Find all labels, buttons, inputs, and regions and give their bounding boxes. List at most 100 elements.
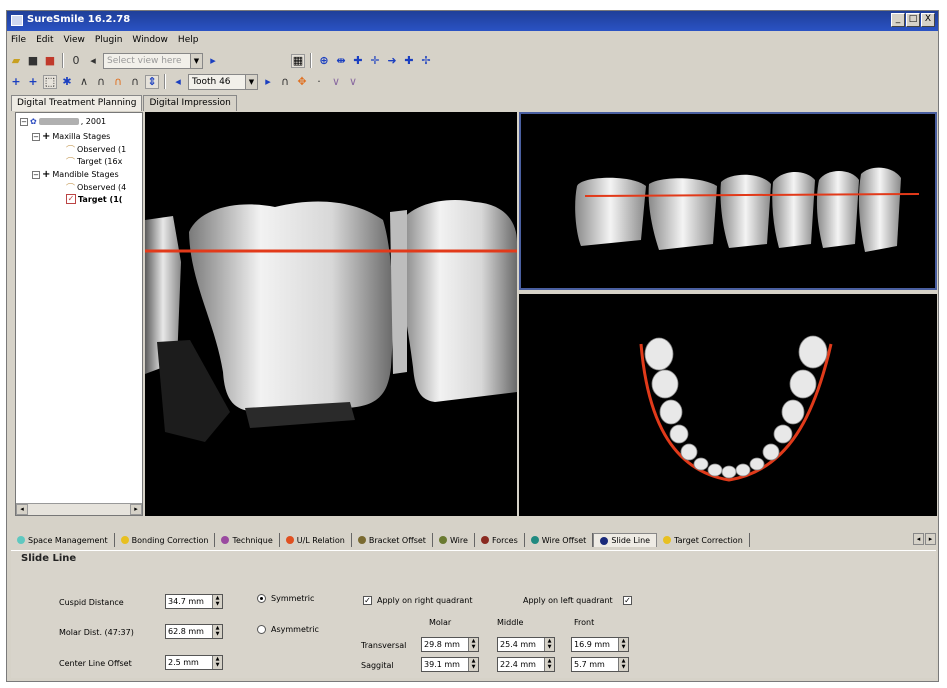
tree-maxilla-target[interactable]: ⌒ Target (16x (66, 155, 122, 168)
tree-mandible[interactable]: − + Mandible Stages (32, 169, 119, 180)
magnet-icon[interactable]: ∩ (278, 75, 292, 89)
tab-scroll-right-icon[interactable]: ▸ (925, 533, 936, 545)
minimize-button[interactable]: _ (891, 13, 905, 27)
tab-wire-offset[interactable]: Wire Offset (525, 533, 594, 547)
tab-label: Technique (232, 535, 273, 545)
tab-label: Wire (449, 535, 468, 545)
menu-plugin[interactable]: Plugin (95, 35, 123, 45)
close-button[interactable]: X (921, 13, 935, 27)
view-front-3d[interactable] (519, 112, 937, 290)
view-occlusal-3d[interactable] (519, 294, 937, 516)
add-point-icon[interactable]: + (26, 75, 40, 89)
spin-arrows-icon[interactable]: ▲ ▼ (212, 625, 222, 638)
transversal-front-input[interactable]: 16.9 mm ▲ ▼ (571, 637, 629, 652)
back-arrow-icon[interactable]: ◂ (86, 54, 100, 68)
asymmetric-radio[interactable] (257, 625, 266, 634)
sagittal-front-input[interactable]: 5.7 mm ▲ ▼ (571, 657, 629, 672)
scroll-right-icon[interactable]: ▸ (130, 504, 142, 515)
center-line-input[interactable]: 2.5 mm ▲ ▼ (165, 655, 223, 670)
check-icon[interactable]: ✓ (66, 194, 76, 204)
tab-digital-impression[interactable]: Digital Impression (143, 95, 237, 111)
spin-arrows-icon[interactable]: ▲ ▼ (618, 658, 628, 671)
save-icon[interactable]: ■ (26, 54, 40, 68)
tab-technique[interactable]: Technique (215, 533, 280, 547)
crosshair-icon[interactable]: ⊕ (317, 54, 331, 68)
tab-forces[interactable]: Forces (475, 533, 525, 547)
tree-mandible-observed[interactable]: ⌒ Observed (4 (66, 181, 126, 194)
tooth-select[interactable]: Tooth 46 ▼ (188, 73, 258, 90)
cuspid-distance-input[interactable]: 34.7 mm ▲ ▼ (165, 594, 223, 609)
star-icon[interactable]: ✱ (60, 75, 74, 89)
move-right-icon[interactable]: ➜ (385, 54, 399, 68)
tab-wire[interactable]: Wire (433, 533, 475, 547)
tab-scroll-buttons: ◂ ▸ (913, 533, 936, 545)
orbit-icon[interactable]: ✥ (295, 75, 309, 89)
view-closeup-3d[interactable] (145, 112, 517, 516)
spin-arrows-icon[interactable]: ▲ ▼ (212, 656, 222, 669)
spin-arrows-icon[interactable]: ▲ ▼ (544, 658, 554, 671)
move-plus-icon[interactable]: ✚ (402, 54, 416, 68)
menu-view[interactable]: View (64, 35, 85, 45)
chevron-down-icon: ▼ (245, 74, 257, 89)
info-icon[interactable]: 0 (69, 54, 83, 68)
arch-tooth (707, 463, 723, 477)
tab-slide-line[interactable]: Slide Line (593, 533, 658, 547)
tree-maxilla[interactable]: − + Maxilla Stages (32, 131, 110, 142)
transversal-molar-input[interactable]: 29.8 mm ▲ ▼ (421, 637, 479, 652)
check-icon[interactable]: ∨ (329, 75, 343, 89)
curve-icon[interactable]: ∩ (94, 75, 108, 89)
next-tooth-icon[interactable]: ▸ (261, 75, 275, 89)
spin-arrows-icon[interactable]: ▲ ▼ (618, 638, 628, 651)
tree-root[interactable]: − ✿ , 2001 (20, 117, 106, 126)
check-icon[interactable]: ∨ (346, 75, 360, 89)
sagittal-molar-input[interactable]: 39.1 mm ▲ ▼ (421, 657, 479, 672)
apply-right-checkbox[interactable]: ✓ (363, 596, 372, 605)
prev-tooth-icon[interactable]: ◂ (171, 75, 185, 89)
arch-wire-icon[interactable]: ∩ (111, 75, 125, 89)
tab-digital-treatment-planning[interactable]: Digital Treatment Planning (11, 95, 143, 111)
tree-mandible-target[interactable]: ✓ Target (1( (66, 194, 122, 204)
molar-dist-input[interactable]: 62.8 mm ▲ ▼ (165, 624, 223, 639)
split-icon[interactable]: ⇕ (145, 74, 159, 89)
sagittal-middle-input[interactable]: 22.4 mm ▲ ▼ (497, 657, 555, 672)
scroll-left-icon[interactable]: ◂ (16, 504, 28, 515)
tab-space-management[interactable]: Space Management (11, 533, 115, 547)
tree-horizontal-scrollbar[interactable]: ◂ ▸ (16, 503, 142, 515)
move-both-icon[interactable]: ⇹ (334, 54, 348, 68)
forward-arrow-icon[interactable]: ▸ (206, 54, 220, 68)
spin-arrows-icon[interactable]: ▲ ▼ (544, 638, 554, 651)
menu-help[interactable]: Help (178, 35, 199, 45)
move-up-icon[interactable]: ✢ (419, 54, 433, 68)
menu-window[interactable]: Window (132, 35, 168, 45)
spin-arrows-icon[interactable]: ▲ ▼ (468, 658, 478, 671)
spin-arrows-icon[interactable]: ▲ ▼ (212, 595, 222, 608)
tab-scroll-left-icon[interactable]: ◂ (913, 533, 924, 545)
open-folder-icon[interactable]: ▰ (9, 54, 23, 68)
arch-icon[interactable]: ∧ (77, 75, 91, 89)
menu-file[interactable]: File (11, 35, 26, 45)
menu-edit[interactable]: Edit (36, 35, 53, 45)
small-dot-icon[interactable]: · (312, 75, 326, 89)
tab-target-correction[interactable]: Target Correction (657, 533, 750, 547)
transversal-middle-input[interactable]: 25.4 mm ▲ ▼ (497, 637, 555, 652)
maximize-button[interactable]: □ (906, 13, 920, 27)
move-vertical-icon[interactable]: ✛ (368, 54, 382, 68)
collapse-icon[interactable]: − (32, 170, 40, 179)
symmetric-radio[interactable] (257, 594, 266, 603)
window-title: SureSmile 16.2.78 (27, 14, 131, 25)
tab-ul-relation[interactable]: U/L Relation (280, 533, 352, 547)
spin-arrows-icon[interactable]: ▲ ▼ (468, 638, 478, 651)
grid-icon[interactable]: ▦ (291, 53, 305, 68)
collapse-icon[interactable]: − (20, 117, 28, 126)
collapse-icon[interactable]: − (32, 132, 40, 141)
add-point-icon[interactable]: + (9, 75, 23, 89)
segment-icon[interactable]: ∩ (128, 75, 142, 89)
select-icon[interactable]: ⬚ (43, 74, 57, 89)
tab-bracket-offset[interactable]: Bracket Offset (352, 533, 433, 547)
move-plus-icon[interactable]: ✚ (351, 54, 365, 68)
export-icon[interactable]: ■ (43, 54, 57, 68)
tree-label: Target (1( (78, 194, 123, 204)
apply-left-checkbox[interactable]: ✓ (623, 596, 632, 605)
view-select[interactable]: Select view here ▼ (103, 52, 203, 69)
tab-bonding-correction[interactable]: Bonding Correction (115, 533, 216, 547)
